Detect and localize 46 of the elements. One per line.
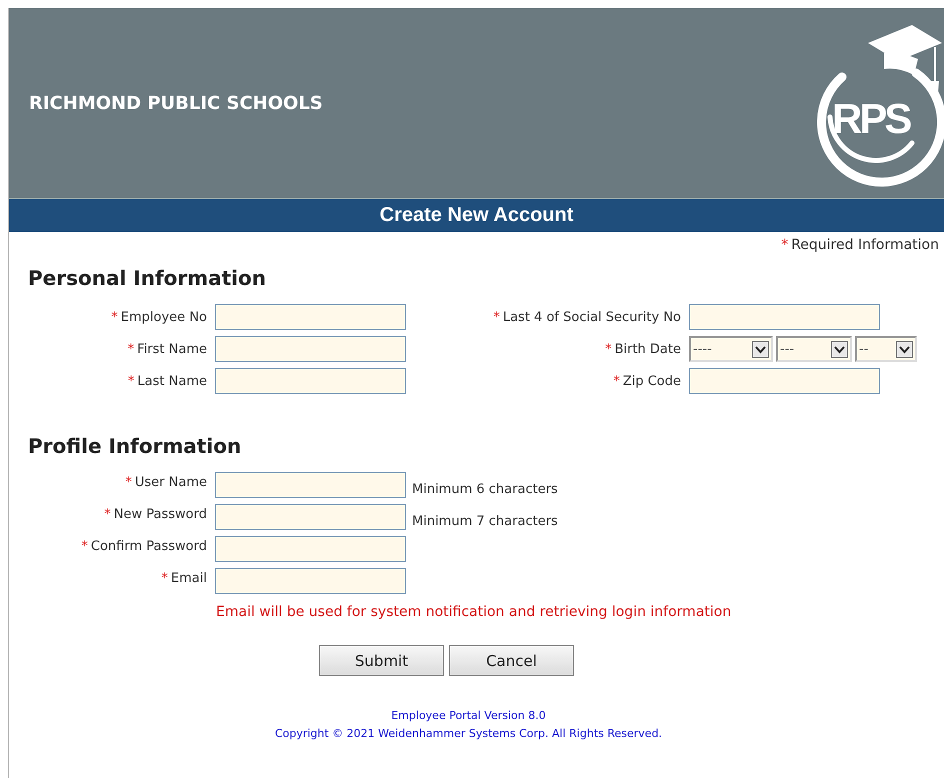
field-label: First Name	[137, 342, 207, 356]
required-mark: *	[493, 310, 500, 324]
section-heading: Personal Information	[28, 266, 267, 290]
email-note: Email will be used for system notification and retrieving login information	[216, 604, 732, 620]
required-mark: *	[605, 342, 612, 356]
field-label: Birth Date	[614, 342, 681, 356]
school-name: RICHMOND PUBLIC SCHOOLS	[29, 92, 323, 114]
required-mark: *	[128, 342, 134, 356]
input-field[interactable]	[215, 304, 406, 330]
field-label: Last Name	[137, 374, 207, 388]
input-field[interactable]	[689, 368, 880, 394]
required-mark: *	[81, 539, 88, 554]
date-dropdown[interactable]: ----	[689, 336, 773, 362]
input-field[interactable]	[215, 536, 406, 562]
required-mark: *	[111, 310, 118, 324]
section-heading: Profile Information	[28, 434, 242, 458]
input-field[interactable]	[215, 368, 406, 394]
required-mark: *	[128, 374, 134, 388]
date-dropdown[interactable]: --	[855, 336, 917, 362]
field-label: New Password	[114, 507, 207, 522]
input-field[interactable]	[215, 568, 406, 594]
logo-text: RPS	[832, 95, 910, 143]
input-field[interactable]	[215, 472, 406, 498]
input-field[interactable]	[689, 304, 880, 330]
footer-text: Copyright © 2021 Weidenhammer Systems Corp. All Rights Reserved.	[274, 727, 662, 740]
date-dropdown[interactable]: ---	[776, 336, 852, 362]
required-note: Required Information	[791, 237, 939, 253]
form-button[interactable]: Cancel	[449, 645, 574, 676]
page-title: Create New Account	[380, 204, 574, 227]
field-label: User Name	[134, 475, 207, 490]
input-field[interactable]	[215, 336, 406, 362]
required-mark: *	[161, 571, 168, 586]
field-label: Email	[170, 571, 207, 586]
footer-text: Employee Portal Version 8.0	[391, 709, 546, 722]
field-label: Confirm Password	[90, 539, 207, 554]
field-hint: Minimum 6 characters	[412, 480, 558, 496]
required-mark: *	[613, 374, 620, 388]
field-label: Employee No	[120, 310, 207, 324]
field-label: Last 4 of Social Security No	[502, 310, 681, 324]
required-mark: *	[125, 475, 132, 490]
field-label: Zip Code	[622, 374, 681, 388]
input-field[interactable]	[215, 504, 406, 530]
field-hint: Minimum 7 characters	[412, 512, 558, 528]
form-button[interactable]: Submit	[319, 645, 444, 676]
required-mark: *	[781, 237, 788, 253]
required-mark: *	[104, 507, 111, 522]
